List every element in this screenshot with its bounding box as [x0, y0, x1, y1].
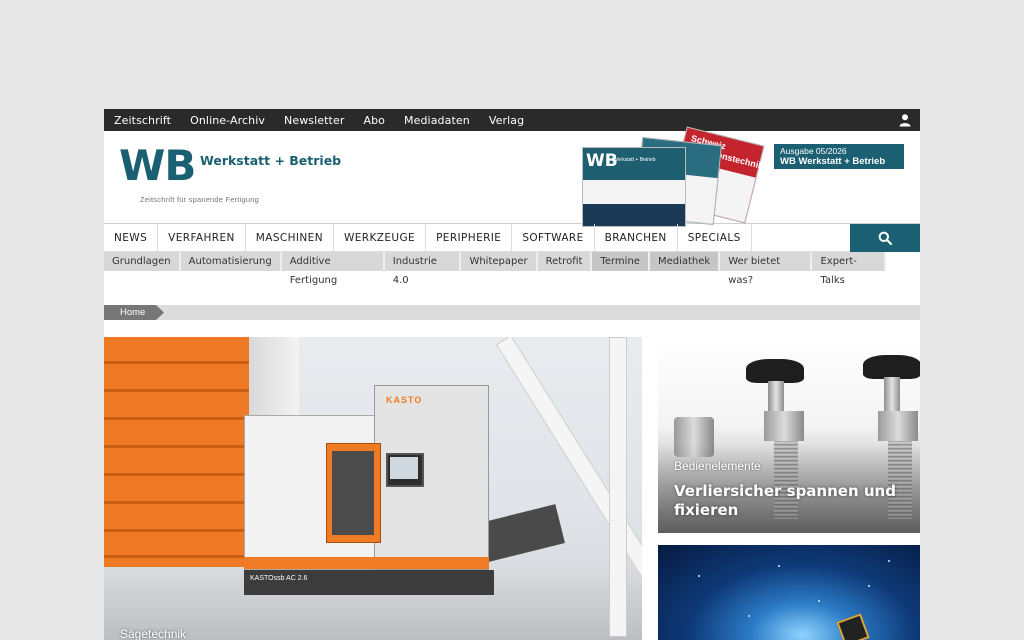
teaser1-knob-image-2 — [863, 355, 920, 379]
teaser2-cutting-insert-image — [836, 613, 870, 640]
subnav-grundlagen[interactable]: Grundlagen — [104, 252, 181, 271]
machine-window — [332, 451, 374, 535]
teaser-card-2[interactable] — [658, 545, 920, 640]
mainnav-peripherie[interactable]: PERIPHERIE — [426, 224, 513, 251]
logo-initials[interactable]: WB — [119, 145, 196, 187]
subnav-wer-bietet-was[interactable]: Wer bietet was? — [720, 252, 813, 286]
topnav-zeitschrift[interactable]: Zeitschrift — [114, 114, 171, 127]
topnav-mediadaten[interactable]: Mediadaten — [404, 114, 470, 127]
machine-stripe — [244, 557, 489, 569]
subnav-expert-talks[interactable]: Expert-Talks — [812, 252, 886, 286]
mainnav-branchen[interactable]: BRANCHEN — [595, 224, 678, 251]
mainnav-maschinen[interactable]: MASCHINEN — [246, 224, 334, 251]
cover-1-photo — [583, 204, 685, 226]
machine-logo: KASTO — [386, 395, 423, 405]
subnav-automatisierung[interactable]: Automatisierung — [181, 252, 282, 271]
hero-machine-image: KASTO KASTOssb AC 2.6 — [244, 385, 565, 595]
topnav-verlag[interactable]: Verlag — [489, 114, 524, 127]
subnav-retrofit[interactable]: Retrofit — [538, 252, 593, 271]
mainnav-specials[interactable]: SPECIALS — [678, 224, 752, 251]
subnav-termine[interactable]: Termine — [592, 252, 650, 271]
topnav-abo[interactable]: Abo — [363, 114, 385, 127]
site-container: Zeitschrift Online-Archiv Newsletter Abo… — [104, 109, 920, 640]
teaser1-hex — [764, 411, 804, 441]
hero-pillar-image — [609, 337, 627, 637]
logo-name[interactable]: Werkstatt + Betrieb — [200, 153, 341, 168]
subnav-whitepaper[interactable]: Whitepaper — [461, 252, 538, 271]
hero-article[interactable]: KASTO KASTOssb AC 2.6 Sägetechnik — [104, 337, 642, 640]
top-bar: Zeitschrift Online-Archiv Newsletter Abo… — [104, 109, 920, 131]
main-nav: NEWS VERFAHREN MASCHINEN WERKZEUGE PERIP… — [104, 224, 920, 252]
mainnav-news[interactable]: NEWS — [104, 224, 159, 251]
machine-screen — [390, 457, 418, 479]
magazine-covers[interactable]: Schweiz Präzisionstechnik WB Werkstatt +… — [582, 126, 782, 227]
mainnav-verfahren[interactable]: VERFAHREN — [158, 224, 246, 251]
subnav-mediathek[interactable]: Mediathek — [649, 252, 721, 271]
cover-1-name: Werkstatt + Betrieb — [613, 157, 656, 163]
issue-magazine-name: WB Werkstatt + Betrieb — [780, 156, 886, 167]
teaser1-stem-2 — [884, 377, 900, 411]
teaser1-knob-image — [746, 359, 804, 383]
topnav-online-archiv[interactable]: Online-Archiv — [190, 114, 265, 127]
issue-number: Ausgabe 05/2026 — [780, 146, 847, 156]
site-header: WB Werkstatt + Betrieb Zeitschrift für s… — [104, 126, 920, 227]
subnav-industrie-40[interactable]: Industrie 4.0 — [385, 252, 462, 286]
search-button[interactable] — [850, 224, 920, 252]
topnav-newsletter[interactable]: Newsletter — [284, 114, 344, 127]
hero-category: Sägetechnik — [120, 627, 187, 640]
machine-model-label: KASTOssb AC 2.6 — [250, 575, 308, 582]
mainnav-werkzeuge[interactable]: WERKZEUGE — [334, 224, 427, 251]
breadcrumb-home[interactable]: Home — [104, 305, 164, 320]
issue-badge[interactable]: Ausgabe 05/2026 WB Werkstatt + Betrieb — [774, 144, 904, 169]
search-icon — [878, 231, 892, 245]
cover-image-1: WB Werkstatt + Betrieb — [582, 147, 686, 227]
teaser1-stem — [768, 381, 784, 411]
subnav-additive-fertigung[interactable]: Additive Fertigung — [282, 252, 385, 286]
teaser1-hex-2 — [878, 411, 918, 441]
teaser1-category: Bedienelemente — [674, 459, 761, 473]
machine-base — [244, 570, 494, 595]
hero-shelving-image — [104, 337, 249, 577]
mainnav-software[interactable]: SOFTWARE — [512, 224, 595, 251]
teaser-card-1[interactable]: Bedienelemente Verliersicher spannen und… — [658, 337, 920, 533]
sub-nav: Grundlagen Automatisierung Additive Fert… — [104, 252, 886, 286]
logo-tagline: Zeitschrift für spanende Fertigung — [140, 195, 259, 204]
breadcrumb: Home — [104, 305, 920, 320]
teaser1-title[interactable]: Verliersicher spannen und fixieren — [674, 482, 904, 520]
user-icon[interactable] — [898, 113, 912, 127]
